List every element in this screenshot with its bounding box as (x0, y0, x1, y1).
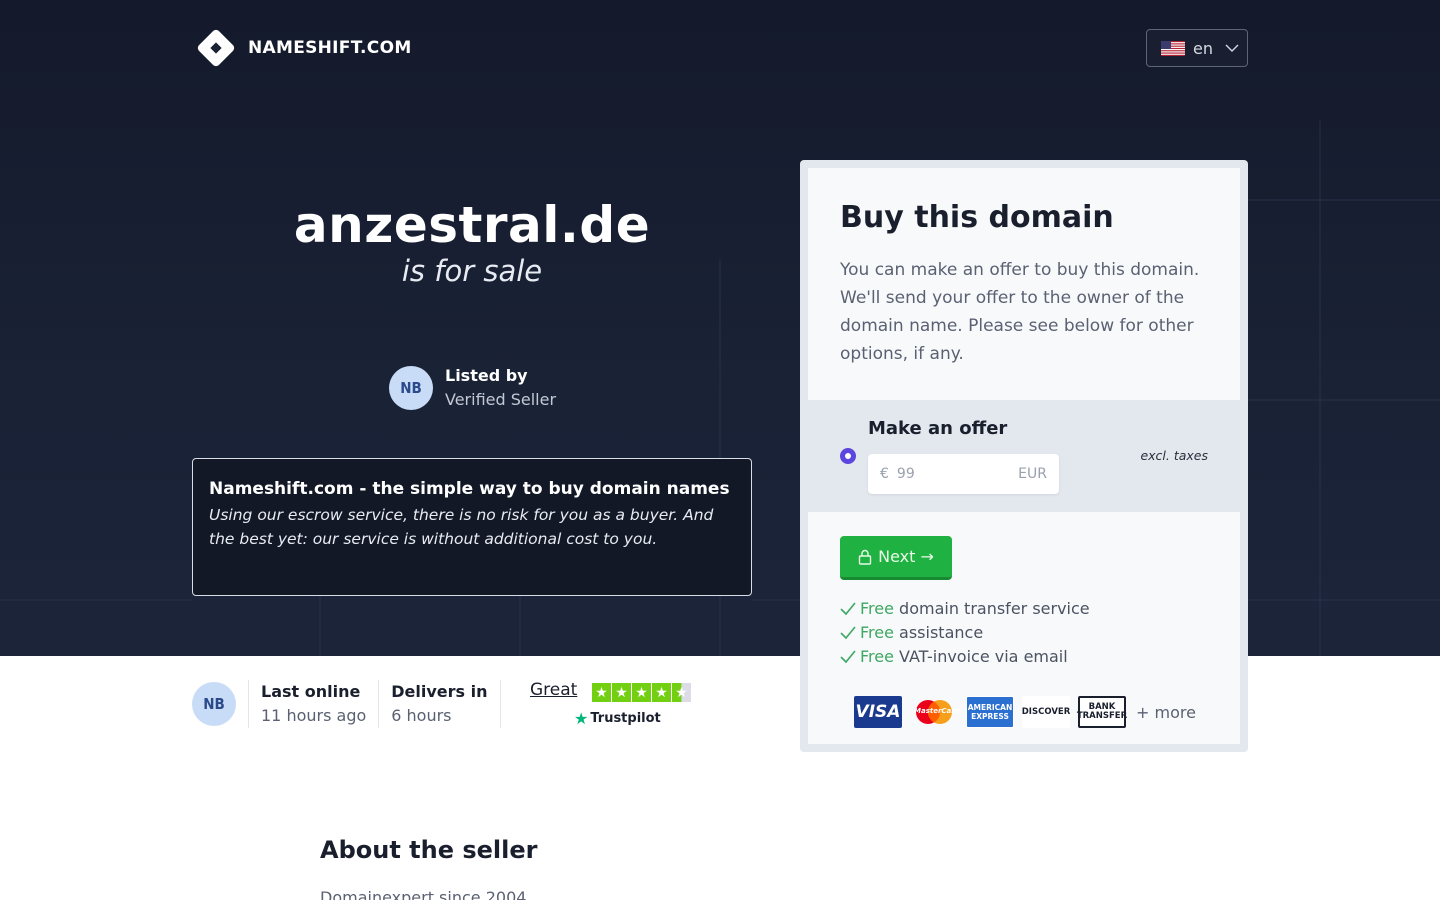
benefit-free: Free (860, 623, 894, 642)
trust-stars: ★ ★ ★ ★ ★ (592, 683, 691, 702)
buy-domain-card: Buy this domain You can make an offer to… (800, 160, 1248, 752)
card-description: You can make an offer to buy this domain… (840, 260, 1200, 364)
checkmark-icon (840, 626, 856, 640)
checkmark-icon (840, 650, 856, 664)
listed-by-label: Listed by (445, 366, 528, 385)
make-offer-option[interactable]: Make an offer € 99 EUR excl. taxes (800, 400, 1248, 512)
offer-placeholder: 99 (896, 466, 915, 482)
benefit-free: Free (860, 599, 894, 618)
star-half-icon: ★ (672, 683, 691, 702)
star-icon: ★ (592, 683, 611, 702)
last-online-value: 11 hours ago (261, 706, 367, 725)
delivers-value: 6 hours (391, 706, 452, 725)
card-footer: Next → Free domain transfer service Free… (808, 512, 1240, 744)
chevron-down-icon (1225, 44, 1239, 52)
offer-label: Make an offer (868, 418, 1008, 439)
domain-name: anzestral.de (293, 196, 651, 254)
star-icon: ★ (632, 683, 651, 702)
benefit-free: Free (860, 647, 894, 666)
excl-taxes-note: excl. taxes (1140, 448, 1208, 463)
stats-divider (499, 680, 501, 728)
language-code: en (1193, 38, 1213, 58)
language-selector[interactable]: en (1146, 29, 1248, 67)
brand-logo[interactable]: NAMESHIFT.COM (192, 24, 412, 72)
payment-methods: VISA MasterCard AMERICAN EXPRESS DISCOVE… (854, 696, 1196, 728)
trustpilot-label: Trustpilot (590, 711, 661, 726)
discover-icon: DISCOVER (1022, 696, 1070, 728)
brand-name: NAMESHIFT.COM (248, 38, 412, 58)
offer-amount-input[interactable]: € 99 EUR (868, 454, 1059, 494)
currency-code: EUR (1018, 466, 1047, 482)
seller-avatar: NB (192, 682, 236, 726)
delivers-label: Delivers in (391, 682, 488, 701)
currency-symbol: € (880, 466, 889, 482)
trustpilot-logo: ★ Trustpilot (574, 709, 661, 728)
about-seller-title: About the seller (320, 836, 538, 864)
us-flag-icon (1161, 40, 1185, 56)
trustpilot-star-icon: ★ (574, 709, 589, 728)
bank-transfer-icon: BANK TRANSFER (1077, 696, 1127, 728)
benefit-item: Free assistance (840, 621, 1090, 645)
seller-avatar: NB (389, 366, 433, 410)
last-online-label: Last online (261, 682, 361, 701)
seller-stats: NB Last online 11 hours ago Delivers in … (192, 680, 501, 728)
trust-rating-word[interactable]: Great (530, 680, 577, 700)
last-online-stat: Last online 11 hours ago (248, 680, 378, 728)
benefit-item: Free domain transfer service (840, 597, 1090, 621)
listed-by: NB Listed by Verified Seller (389, 364, 556, 412)
next-label: Next → (878, 547, 934, 566)
next-button[interactable]: Next → (840, 536, 952, 580)
seller-name: Verified Seller (445, 390, 557, 409)
checkmark-icon (840, 602, 856, 616)
delivers-stat: Delivers in 6 hours (378, 680, 499, 728)
visa-icon: VISA (854, 696, 902, 728)
star-icon: ★ (612, 683, 631, 702)
benefits-list: Free domain transfer service Free assist… (840, 597, 1090, 669)
about-seller-text: Domainexpert since 2004 (320, 888, 527, 900)
american-express-icon: AMERICAN EXPRESS (966, 696, 1014, 728)
benefit-text: domain transfer service (893, 599, 1090, 618)
escrow-title: Nameshift.com - the simple way to buy do… (209, 479, 730, 499)
benefit-text: VAT-invoice via email (893, 647, 1068, 666)
offer-radio[interactable] (840, 448, 856, 464)
benefit-item: Free VAT-invoice via email (840, 645, 1090, 669)
diamond-logo-icon (192, 24, 240, 72)
for-sale-tagline: is for sale (401, 254, 543, 288)
card-title: Buy this domain (840, 200, 1114, 235)
benefit-text: assistance (893, 623, 984, 642)
lock-icon (858, 549, 872, 565)
star-icon: ★ (652, 683, 671, 702)
mastercard-icon: MasterCard (910, 696, 960, 728)
more-payments-link[interactable]: + more (1136, 703, 1196, 722)
escrow-info-box: Nameshift.com - the simple way to buy do… (192, 458, 752, 596)
escrow-text: Using our escrow service, there is no ri… (209, 506, 714, 548)
